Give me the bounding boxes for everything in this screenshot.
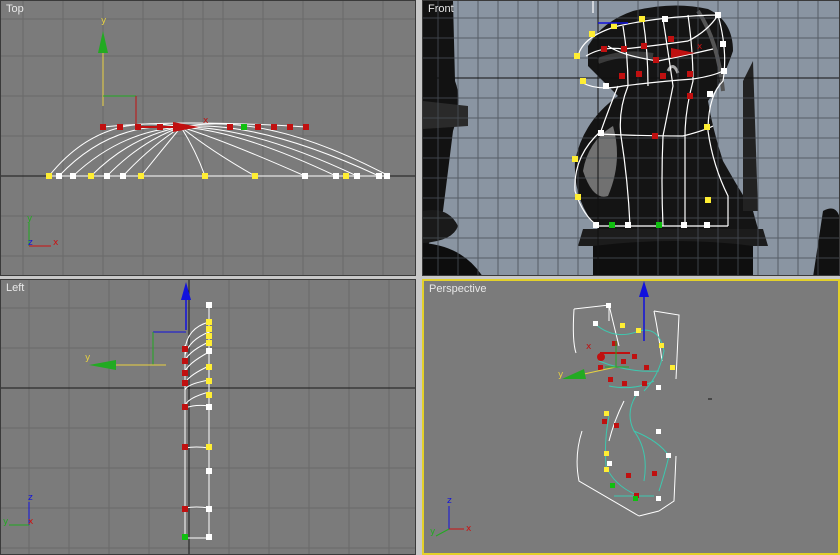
viewport-perspective[interactable]: Perspective x y z y x xyxy=(422,279,840,555)
axis-tripod-icon: y z x xyxy=(27,214,59,248)
svg-text:y: y xyxy=(101,16,107,26)
svg-text:y: y xyxy=(3,517,9,527)
viewport-label-perspective[interactable]: Perspective xyxy=(429,283,486,295)
svg-text:x: x xyxy=(586,342,592,352)
transform-gizmo-icon[interactable]: y x xyxy=(98,16,209,132)
viewport-label-front[interactable]: Front xyxy=(428,3,454,15)
svg-text:x: x xyxy=(53,238,59,248)
viewport-front-canvas[interactable]: x xyxy=(423,1,840,276)
svg-text:x: x xyxy=(697,42,703,52)
svg-text:y: y xyxy=(27,214,33,224)
viewport-left[interactable]: Left y z y x xyxy=(0,279,416,555)
transform-gizmo-icon[interactable]: x y xyxy=(558,281,649,380)
axis-tripod-icon: z y x xyxy=(430,496,472,537)
viewport-top[interactable]: Top y x y z x xyxy=(0,0,416,276)
axis-tripod-icon: z y x xyxy=(3,493,34,527)
transform-gizmo-icon[interactable]: y xyxy=(85,282,191,370)
viewport-perspective-canvas[interactable]: x y z y x xyxy=(424,281,838,553)
svg-text:y: y xyxy=(558,370,564,380)
vertices-left[interactable] xyxy=(182,302,212,540)
viewport-label-top[interactable]: Top xyxy=(6,3,24,15)
viewport-label-left[interactable]: Left xyxy=(6,282,24,294)
svg-text:y: y xyxy=(430,527,436,537)
viewport-front[interactable]: Front x xyxy=(422,0,840,276)
svg-text:x: x xyxy=(203,116,209,126)
svg-text:x: x xyxy=(28,517,34,527)
svg-text:z: z xyxy=(28,493,33,503)
spline-cage-perspective[interactable] xyxy=(572,304,680,517)
viewport-top-canvas[interactable]: y x y z x xyxy=(1,1,416,276)
viewport-left-canvas[interactable]: y z y x xyxy=(1,280,416,555)
svg-text:x: x xyxy=(466,524,472,534)
spline-cage-top[interactable] xyxy=(48,122,390,177)
svg-text:z: z xyxy=(28,238,33,248)
svg-text:y: y xyxy=(85,353,91,363)
svg-text:z: z xyxy=(447,496,452,506)
